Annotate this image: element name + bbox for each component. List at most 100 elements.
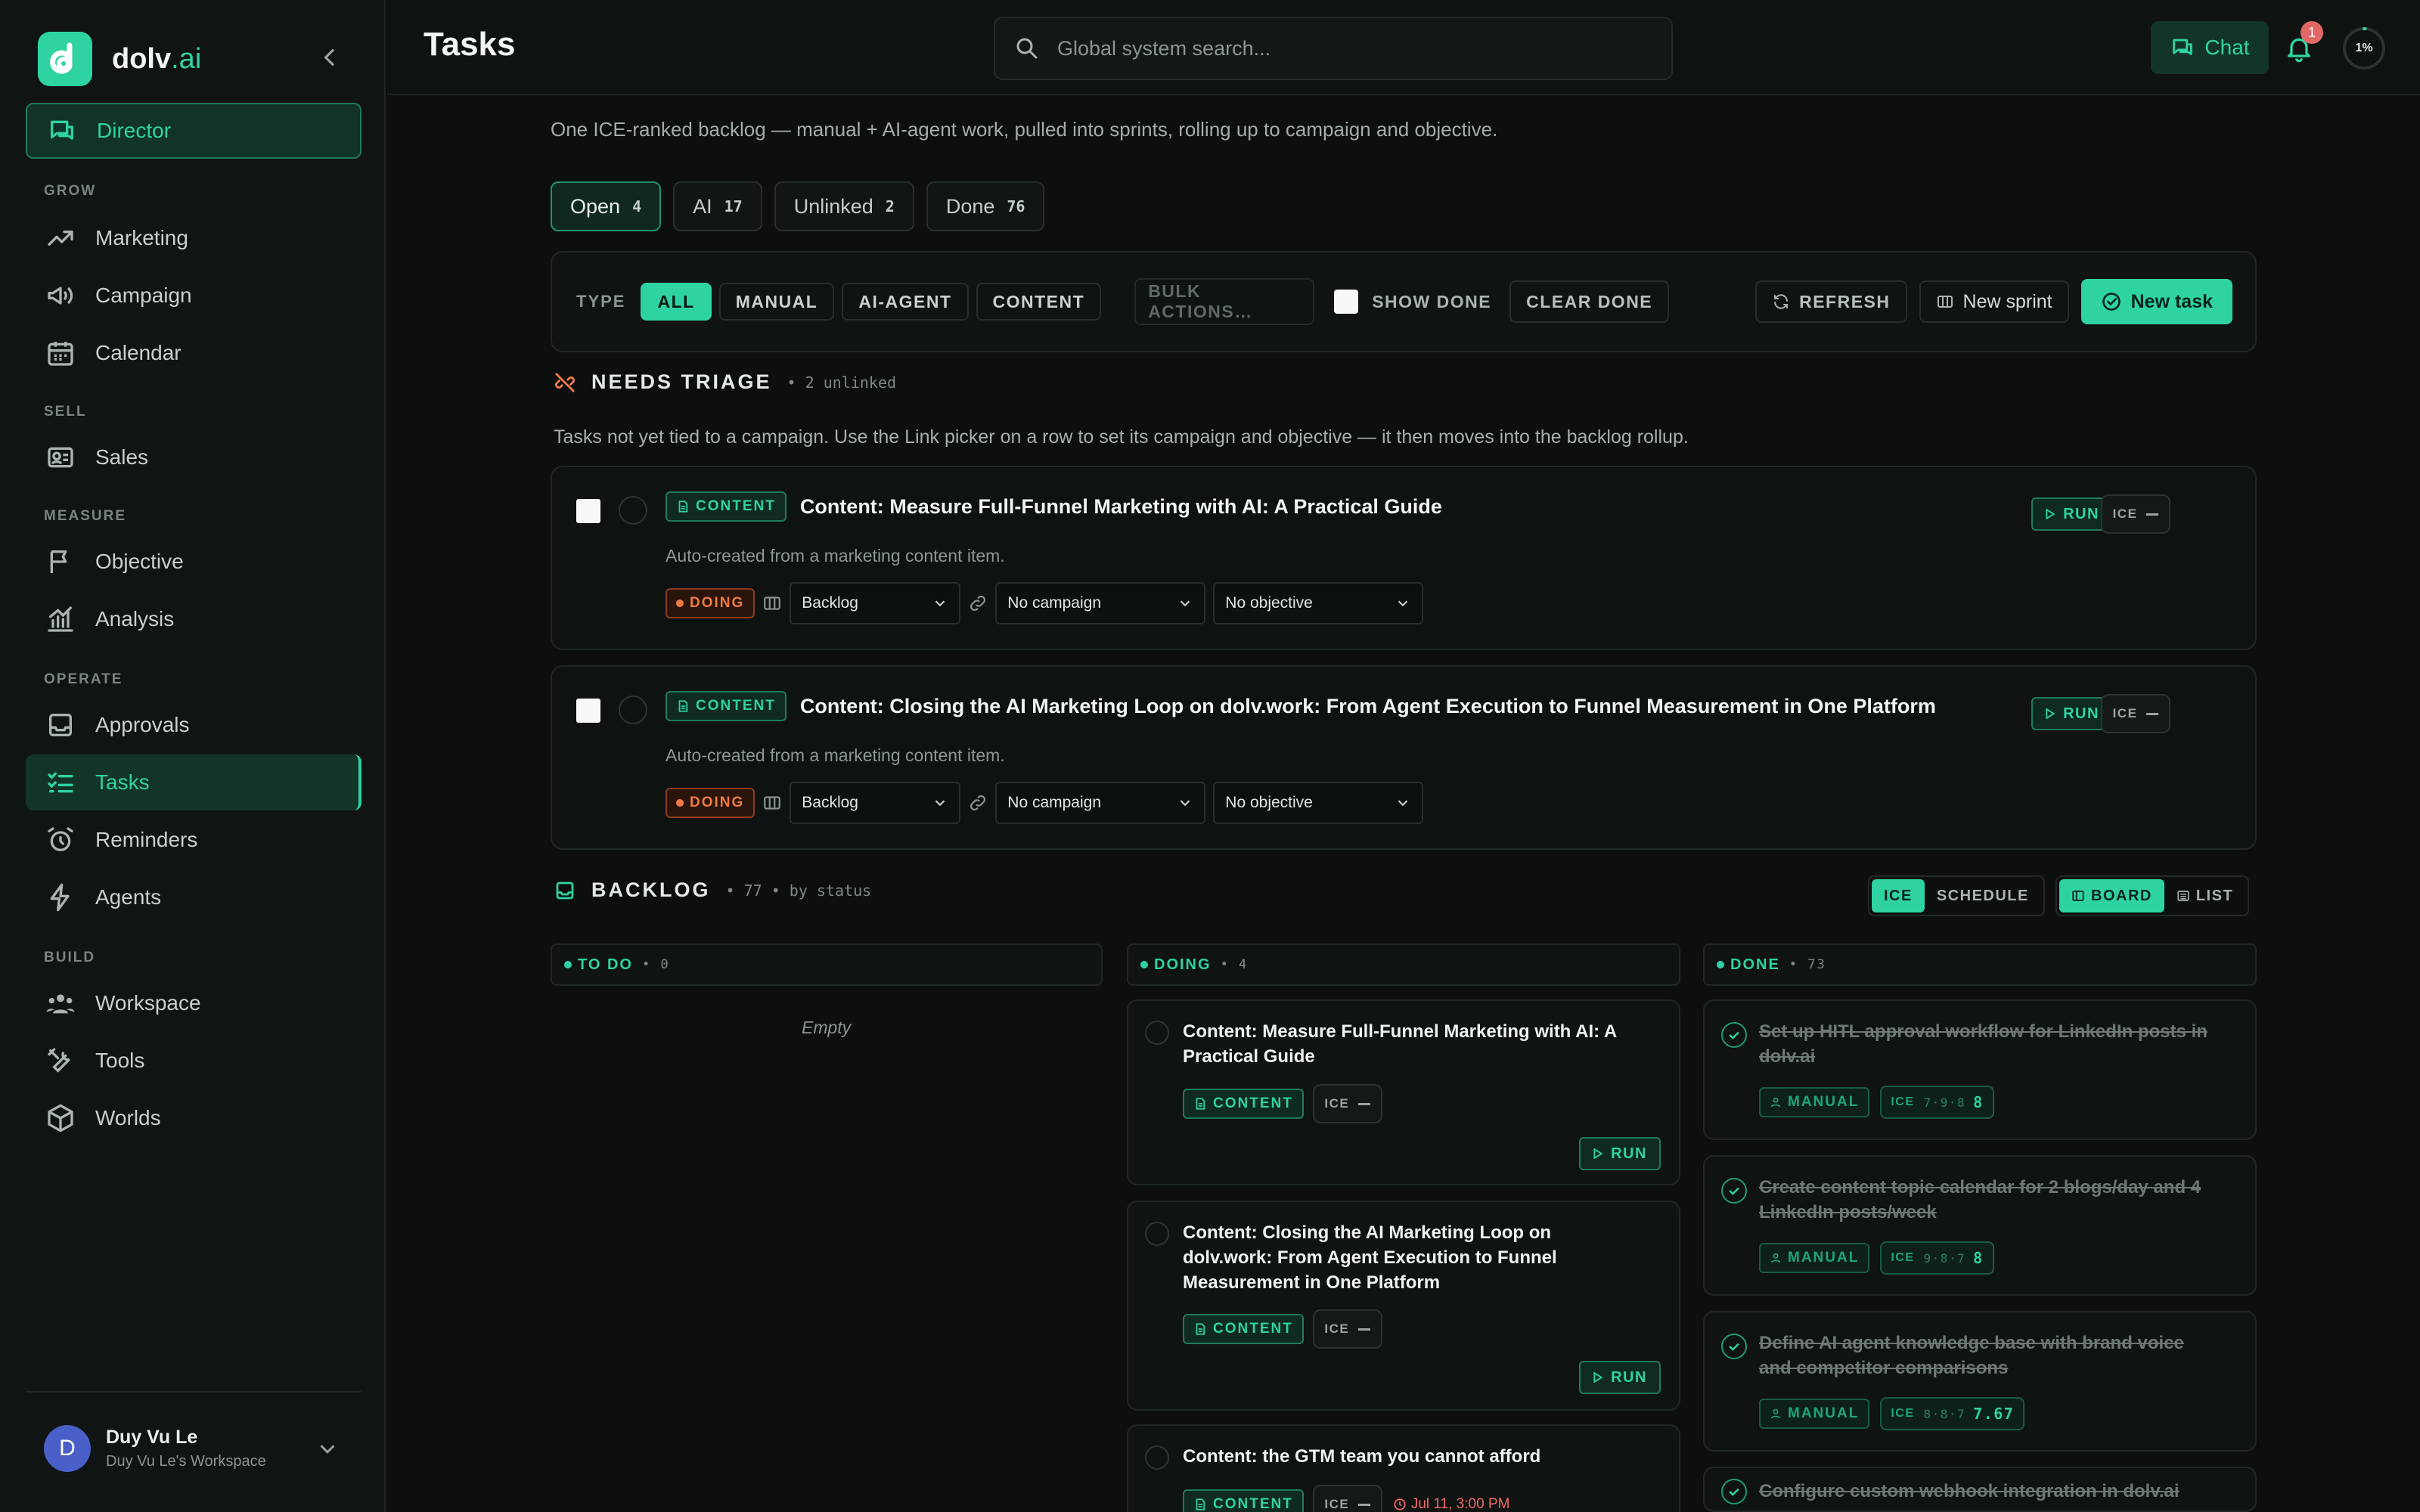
board-card[interactable]: Define AI agent knowledge base with bran… bbox=[1703, 1311, 2257, 1452]
task-complete-toggle[interactable] bbox=[1145, 1222, 1169, 1246]
sprint-select[interactable]: Backlog bbox=[790, 582, 961, 624]
ice-score[interactable]: ICE 9·8·7 8 bbox=[1880, 1241, 1994, 1275]
board-card[interactable]: Set up HITL approval workflow for Linked… bbox=[1703, 999, 2257, 1140]
sort-ice[interactable]: ICE bbox=[1872, 879, 1925, 912]
sidebar-item-objective[interactable]: Objective bbox=[26, 534, 361, 590]
ice-score-button[interactable]: ICE bbox=[1312, 1309, 1382, 1349]
chevron-down-icon bbox=[935, 800, 945, 807]
ice-score[interactable]: ICE 7·9·8 8 bbox=[1880, 1086, 1994, 1119]
sidebar-item-marketing[interactable]: Marketing bbox=[26, 210, 361, 266]
triage-task-card[interactable]: CONTENT Content: Closing the AI Marketin… bbox=[551, 665, 2257, 850]
view-board[interactable]: BOARD bbox=[2059, 879, 2164, 912]
chevron-left-icon[interactable] bbox=[318, 45, 342, 70]
tab-ai[interactable]: AI 17 bbox=[673, 181, 762, 231]
status-badge[interactable]: DOING bbox=[666, 588, 755, 618]
tab-unlinked[interactable]: Unlinked 2 bbox=[774, 181, 914, 231]
task-select-checkbox[interactable] bbox=[576, 499, 600, 523]
sidebar-item-analysis[interactable]: Analysis bbox=[26, 591, 361, 647]
tab-open[interactable]: Open 4 bbox=[551, 181, 662, 231]
column-empty-text: Empty bbox=[802, 1018, 852, 1037]
document-icon bbox=[1196, 1323, 1205, 1335]
play-icon bbox=[2046, 708, 2055, 719]
task-complete-toggle[interactable] bbox=[1145, 1445, 1169, 1470]
board-card[interactable]: Create content topic calendar for 2 blog… bbox=[1703, 1155, 2257, 1296]
contact-card-icon bbox=[48, 447, 73, 468]
triage-task-card[interactable]: CONTENT Content: Measure Full-Funnel Mar… bbox=[551, 466, 2257, 650]
global-search[interactable] bbox=[994, 17, 1673, 80]
campaign-select[interactable]: No campaign bbox=[995, 582, 1206, 624]
sidebar-item-sales[interactable]: Sales bbox=[26, 429, 361, 485]
task-title[interactable]: Content: Closing the AI Marketing Loop o… bbox=[800, 695, 1936, 718]
sort-schedule[interactable]: SCHEDULE bbox=[1925, 879, 2041, 912]
chat-icon bbox=[2173, 39, 2193, 55]
ice-score[interactable]: ICE 8·8·7 7.67 bbox=[1880, 1397, 2025, 1430]
refresh-icon bbox=[1774, 294, 1789, 309]
task-description: Auto-created from a marketing content it… bbox=[666, 546, 1005, 565]
type-filter-manual[interactable]: MANUAL bbox=[718, 283, 835, 321]
document-icon bbox=[1196, 1098, 1205, 1110]
sidebar-item-label: Sales bbox=[95, 445, 149, 469]
board-card[interactable]: Configure custom webhook integration in … bbox=[1703, 1467, 2257, 1512]
new-task-button[interactable]: New task bbox=[2080, 279, 2232, 324]
type-filter-all[interactable]: ALL bbox=[641, 283, 712, 321]
clear-done-button[interactable]: CLEAR DONE bbox=[1509, 280, 1670, 323]
inbox-icon bbox=[49, 714, 72, 736]
sidebar-item-label: Campaign bbox=[95, 284, 192, 307]
board-card[interactable]: Content: Measure Full-Funnel Marketing w… bbox=[1127, 999, 1680, 1185]
sprint-select[interactable]: Backlog bbox=[790, 782, 961, 824]
megaphone-icon bbox=[48, 287, 73, 305]
section-label-build: BUILD bbox=[44, 950, 96, 965]
status-badge[interactable]: DOING bbox=[666, 788, 755, 818]
sidebar-item-tools[interactable]: Tools bbox=[26, 1033, 361, 1089]
chevron-down-icon[interactable] bbox=[316, 1438, 339, 1461]
link-icon bbox=[970, 596, 986, 611]
user-menu[interactable]: D Duy Vu Le Duy Vu Le's Workspace bbox=[26, 1391, 361, 1504]
run-button[interactable]: RUN bbox=[1579, 1137, 1661, 1170]
type-filter-ai-agent[interactable]: AI-AGENT bbox=[842, 283, 969, 321]
board-card[interactable]: Content: Closing the AI Marketing Loop o… bbox=[1127, 1201, 1680, 1411]
task-title[interactable]: Content: Measure Full-Funnel Marketing w… bbox=[800, 495, 1442, 519]
main-content: One ICE-ranked backlog — manual + AI-age… bbox=[387, 97, 2420, 1512]
check-icon[interactable] bbox=[1721, 1178, 1747, 1204]
ice-score-button[interactable]: ICE bbox=[2101, 694, 2170, 733]
sidebar-item-calendar[interactable]: Calendar bbox=[26, 325, 361, 381]
ice-score-button[interactable]: ICE bbox=[1312, 1084, 1382, 1123]
ice-score-button[interactable]: ICE bbox=[1312, 1485, 1382, 1512]
lightning-icon bbox=[50, 883, 70, 912]
task-select-checkbox[interactable] bbox=[576, 699, 600, 723]
view-list[interactable]: LIST bbox=[2164, 879, 2245, 912]
task-complete-toggle[interactable] bbox=[619, 696, 647, 724]
sidebar-item-worlds[interactable]: Worlds bbox=[26, 1090, 361, 1146]
person-icon bbox=[1770, 1253, 1781, 1263]
brand[interactable]: dolv.ai bbox=[38, 30, 201, 88]
sidebar-item-tasks[interactable]: Tasks bbox=[26, 754, 361, 810]
objective-select[interactable]: No objective bbox=[1213, 782, 1424, 824]
objective-select[interactable]: No objective bbox=[1213, 582, 1424, 624]
check-icon[interactable] bbox=[1721, 1479, 1747, 1504]
refresh-button[interactable]: REFRESH bbox=[1755, 280, 1907, 323]
new-sprint-button[interactable]: New sprint bbox=[1919, 280, 2069, 323]
ice-score-button[interactable]: ICE bbox=[2101, 494, 2170, 534]
run-button[interactable]: RUN bbox=[1579, 1361, 1661, 1394]
sidebar-item-workspace[interactable]: Workspace bbox=[26, 975, 361, 1031]
type-filter-content[interactable]: CONTENT bbox=[976, 283, 1102, 321]
search-input[interactable] bbox=[1057, 36, 1647, 60]
task-complete-toggle[interactable] bbox=[619, 496, 647, 525]
sidebar-item-campaign[interactable]: Campaign bbox=[26, 268, 361, 324]
sidebar-item-agents[interactable]: Agents bbox=[26, 869, 361, 925]
board-card[interactable]: Content: the GTM team you cannot afford … bbox=[1127, 1424, 1680, 1512]
task-complete-toggle[interactable] bbox=[1145, 1021, 1169, 1045]
notification-badge: 1 bbox=[2301, 21, 2323, 44]
check-icon[interactable] bbox=[1721, 1022, 1747, 1048]
show-done-checkbox[interactable] bbox=[1334, 290, 1359, 314]
bulk-actions-select[interactable]: BULK ACTIONS… bbox=[1134, 278, 1315, 325]
chat-button[interactable]: Chat bbox=[2151, 21, 2269, 74]
sidebar-item-reminders[interactable]: Reminders bbox=[26, 812, 361, 868]
sidebar-item-approvals[interactable]: Approvals bbox=[26, 697, 361, 753]
tab-done[interactable]: Done 76 bbox=[926, 181, 1045, 231]
check-icon[interactable] bbox=[1721, 1334, 1747, 1359]
sidebar-item-director[interactable]: Director bbox=[26, 103, 361, 159]
column-header-done: DONE • 73 bbox=[1703, 943, 2257, 986]
sidebar-item-label: Workspace bbox=[95, 991, 201, 1015]
campaign-select[interactable]: No campaign bbox=[995, 782, 1206, 824]
